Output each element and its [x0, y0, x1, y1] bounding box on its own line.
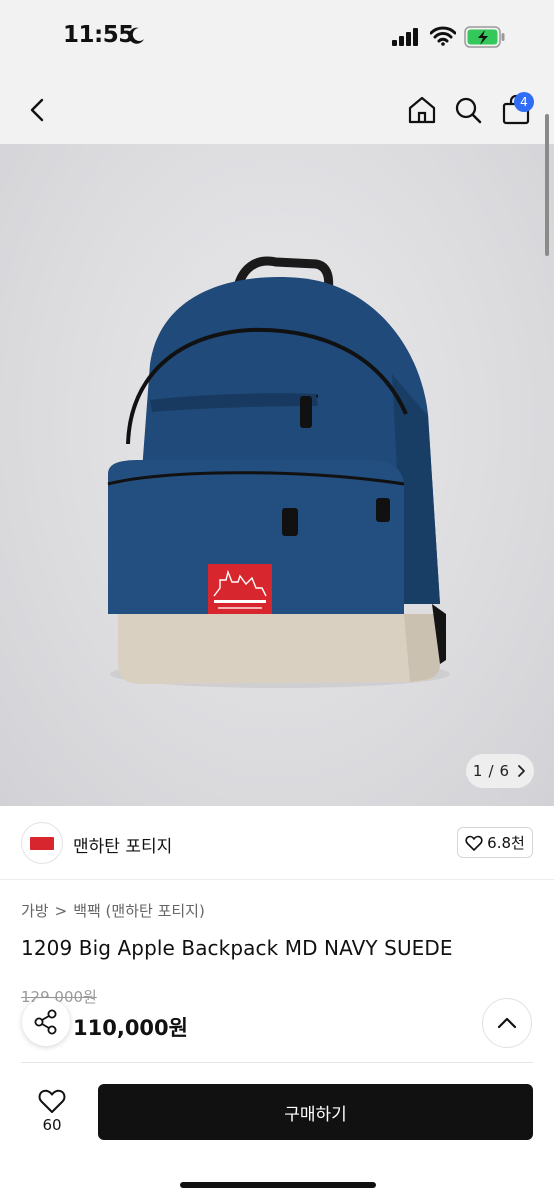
bottom-action-bar: 60 구매하기: [0, 1066, 554, 1200]
wifi-icon: [430, 26, 456, 46]
battery-charging-icon: [464, 26, 505, 48]
product-image-gallery[interactable]: [0, 144, 554, 806]
brand-like-button[interactable]: 6.8천: [457, 827, 533, 858]
breadcrumb-category[interactable]: 가방: [21, 900, 49, 921]
home-icon[interactable]: [406, 94, 438, 126]
nav-bar: [0, 80, 554, 144]
home-indicator: [180, 1182, 376, 1188]
gallery-pager[interactable]: 1 / 6: [466, 754, 534, 788]
brand-logo[interactable]: [21, 822, 63, 864]
brand-name[interactable]: 맨하탄 포티지: [73, 832, 172, 857]
wish-heart-icon[interactable]: [38, 1088, 66, 1114]
backpack-image: [107, 256, 450, 688]
brand-like-count: 6.8천: [487, 834, 525, 852]
scroll-top-button[interactable]: [482, 998, 532, 1048]
status-time: 11:55: [63, 22, 134, 48]
breadcrumb-separator: >: [54, 901, 68, 920]
pager-current: 1: [472, 762, 483, 780]
divider: [21, 1062, 533, 1063]
search-icon[interactable]: [452, 94, 484, 126]
brand-logo-mark: [30, 837, 54, 850]
pager-separator: /: [488, 762, 494, 780]
product-title: 1209 Big Apple Backpack MD NAVY SUEDE: [21, 936, 453, 960]
chevron-up-icon: [497, 1017, 517, 1029]
share-icon: [34, 1009, 57, 1035]
wish-count: 60: [42, 1116, 62, 1134]
sale-price: 110,000원: [73, 1016, 188, 1040]
pager-total: 6: [499, 762, 510, 780]
share-button[interactable]: [22, 998, 70, 1046]
brand-row[interactable]: 맨하탄 포티지 6.8천: [0, 806, 554, 880]
cellular-signal-icon: [392, 28, 418, 46]
back-chevron-icon[interactable]: [24, 95, 52, 125]
moon-icon: [128, 27, 144, 44]
buy-button[interactable]: 구매하기: [98, 1084, 533, 1140]
scroll-indicator: [545, 114, 549, 256]
chevron-right-icon[interactable]: [515, 764, 527, 778]
breadcrumb: 가방 > 백팩 (맨하탄 포티지): [21, 900, 205, 921]
heart-icon: [465, 835, 483, 851]
cart-count-badge: 4: [514, 92, 534, 112]
status-bar: 11:55: [0, 0, 554, 80]
breadcrumb-subcategory[interactable]: 백팩 (맨하탄 포티지): [73, 900, 205, 921]
